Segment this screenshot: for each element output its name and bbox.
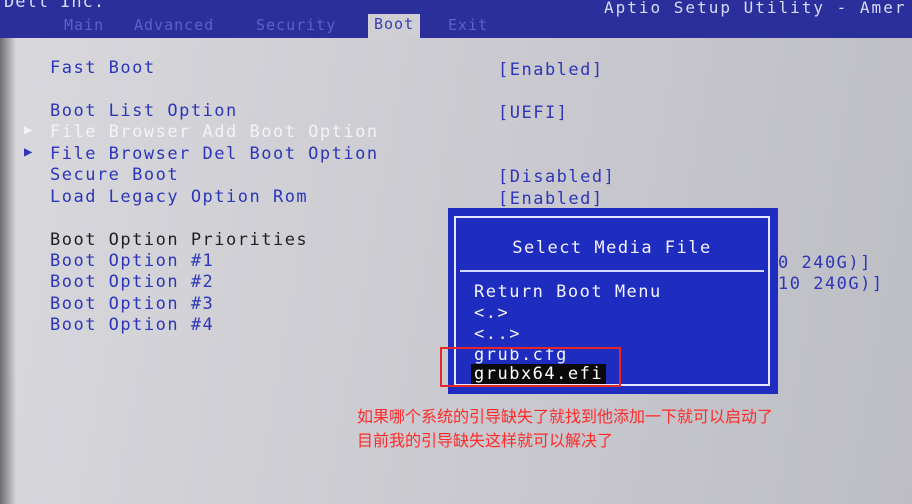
tab-advanced[interactable]: Advanced — [134, 16, 214, 34]
file-browser-del-label: File Browser Del Boot Option — [50, 144, 379, 164]
boot-priorities-heading: Boot Option Priorities — [50, 230, 309, 250]
secure-boot-option[interactable]: Secure Boot — [50, 165, 179, 185]
tab-boot[interactable]: Boot — [368, 14, 421, 38]
tab-security[interactable]: Security — [256, 16, 336, 34]
legacy-rom-option[interactable]: Load Legacy Option Rom — [50, 187, 308, 207]
dialog-divider — [460, 270, 764, 272]
boot-list-option[interactable]: Boot List Option — [50, 101, 238, 121]
file-browser-add-option[interactable]: ▶ File Browser Add Boot Option — [24, 122, 379, 142]
dialog-item-return-boot-menu[interactable]: Return Boot Menu — [474, 282, 662, 302]
file-browser-add-label: File Browser Add Boot Option — [50, 122, 379, 142]
submenu-arrow-icon: ▶ — [24, 144, 34, 160]
utility-title: Aptio Setup Utility - Amer — [604, 0, 907, 17]
bios-screen: Dell Inc. Aptio Setup Utility - Amer Mai… — [0, 0, 912, 504]
bios-header: Dell Inc. Aptio Setup Utility - Amer Mai… — [0, 0, 912, 38]
file-browser-del-option[interactable]: ▶ File Browser Del Boot Option — [24, 144, 379, 164]
vendor-label: Dell Inc. — [4, 0, 106, 12]
highlight-box — [440, 347, 621, 387]
dialog-item-current-dir[interactable]: <.> — [474, 303, 509, 323]
boot-list-option-value[interactable]: [UEFI] — [498, 103, 568, 123]
annotation-line-1: 如果哪个系统的引导缺失了就找到他添加一下就可以启动了 — [357, 407, 774, 426]
legacy-rom-value[interactable]: [Enabled] — [498, 189, 604, 209]
fast-boot-option[interactable]: Fast Boot — [50, 58, 156, 78]
secure-boot-value[interactable]: [Disabled] — [498, 167, 615, 187]
boot-option-2-value[interactable]: 10 240G)] — [778, 274, 884, 294]
tab-exit[interactable]: Exit — [448, 16, 488, 34]
boot-option-1-value[interactable]: 0 240G)] — [778, 253, 872, 273]
boot-option-1[interactable]: Boot Option #1 — [50, 251, 214, 271]
boot-option-3[interactable]: Boot Option #3 — [50, 294, 214, 314]
screen-edge-shadow — [0, 38, 16, 504]
tab-main[interactable]: Main — [64, 16, 104, 34]
boot-option-4[interactable]: Boot Option #4 — [50, 315, 214, 335]
submenu-arrow-icon: ▶ — [24, 122, 34, 138]
boot-option-2[interactable]: Boot Option #2 — [50, 272, 214, 292]
annotation-line-2: 目前我的引导缺失这样就可以解决了 — [357, 431, 614, 450]
dialog-item-parent-dir[interactable]: <..> — [474, 324, 521, 344]
dialog-title: Select Media File — [512, 238, 712, 258]
fast-boot-value[interactable]: [Enabled] — [498, 60, 604, 80]
